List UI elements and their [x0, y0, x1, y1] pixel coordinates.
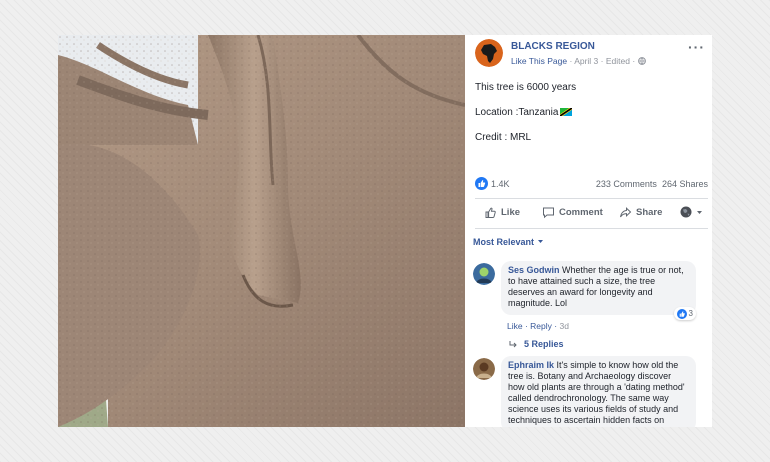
- view-replies-link[interactable]: 5 Replies: [509, 339, 564, 349]
- dropdown-caret-icon: [697, 210, 702, 214]
- more-options-icon[interactable]: ···: [688, 39, 705, 55]
- like-reaction-icon[interactable]: [475, 177, 488, 190]
- tree-trunk-photo: [58, 35, 465, 427]
- post-screenshot: BLACKS REGION Like This Page · April 3 ·…: [58, 35, 712, 427]
- audience-icon: [680, 206, 692, 218]
- africa-map-avatar-icon: [475, 39, 503, 67]
- edited-label[interactable]: Edited: [606, 56, 630, 66]
- comment-icon: [543, 207, 554, 219]
- post-photo[interactable]: [58, 35, 465, 427]
- comment: Ephraim Ik It's simple to know how old t…: [473, 356, 704, 427]
- post-line: Location :Tanzania: [475, 107, 559, 118]
- audience-selector[interactable]: [680, 206, 703, 218]
- share-icon: [620, 207, 632, 218]
- action-bar: Like Comment Share: [475, 203, 708, 223]
- like-button[interactable]: Like: [484, 206, 520, 219]
- post-line: Credit : MRL: [475, 132, 532, 143]
- comment-button[interactable]: Comment: [542, 206, 603, 219]
- globe-icon: [637, 57, 646, 65]
- post-header: BLACKS REGION Like This Page · April 3 ·…: [475, 39, 705, 71]
- comment-time[interactable]: 3d: [559, 321, 568, 331]
- post-panel: BLACKS REGION Like This Page · April 3 ·…: [465, 35, 712, 427]
- comment: Ses Godwin Whether the age is true or no…: [473, 261, 704, 333]
- avatar[interactable]: [473, 263, 495, 285]
- comment-reaction-count: 3: [688, 309, 693, 318]
- replies-label: 5 Replies: [524, 339, 564, 349]
- post-line-location: Location :Tanzania: [475, 107, 576, 118]
- comment-label: Comment: [559, 207, 603, 218]
- post-line: This tree is 6000 years: [475, 82, 577, 93]
- stats-right: 233 Comments 264 Shares: [596, 179, 708, 189]
- share-button[interactable]: Share: [619, 206, 662, 219]
- post-text: This tree is 6000 years Location :Tanzan…: [475, 82, 576, 157]
- post-meta: Like This Page · April 3 · Edited ·: [511, 56, 646, 66]
- tanzania-flag-icon: [560, 108, 573, 116]
- comments-count[interactable]: 233 Comments: [596, 179, 657, 189]
- like-reaction-icon: [676, 308, 687, 319]
- reaction-count[interactable]: 1.4K: [491, 179, 510, 189]
- post-stats: 1.4K 233 Comments 264 Shares: [475, 177, 708, 191]
- divider: [475, 198, 708, 199]
- page-avatar[interactable]: [475, 39, 503, 67]
- post-date[interactable]: April 3: [574, 56, 598, 66]
- comment-bubble: Ses Godwin Whether the age is true or no…: [501, 261, 696, 320]
- like-page-link[interactable]: Like This Page: [511, 56, 567, 66]
- comment-sort-dropdown[interactable]: Most Relevant: [473, 237, 544, 247]
- comment-bubble: Ephraim Ik It's simple to know how old t…: [501, 356, 696, 427]
- comment-like-link[interactable]: Like: [507, 321, 523, 331]
- sort-label: Most Relevant: [473, 237, 535, 247]
- thumbs-up-icon: [485, 207, 496, 218]
- share-label: Share: [636, 207, 663, 218]
- like-label: Like: [501, 207, 521, 218]
- reply-arrow-icon: [509, 340, 517, 347]
- divider: [475, 228, 708, 229]
- comment-actions: Like · Reply · 3d: [507, 321, 569, 331]
- comment-author[interactable]: Ephraim Ik: [508, 360, 554, 370]
- comment-author[interactable]: Ses Godwin: [508, 265, 560, 275]
- avatar[interactable]: [473, 358, 495, 380]
- dropdown-caret-icon: [537, 240, 543, 243]
- page-name[interactable]: BLACKS REGION: [511, 41, 595, 52]
- shares-count[interactable]: 264 Shares: [662, 179, 708, 189]
- comment-reply-link[interactable]: Reply: [530, 321, 552, 331]
- comment-reactions[interactable]: 3: [673, 307, 696, 320]
